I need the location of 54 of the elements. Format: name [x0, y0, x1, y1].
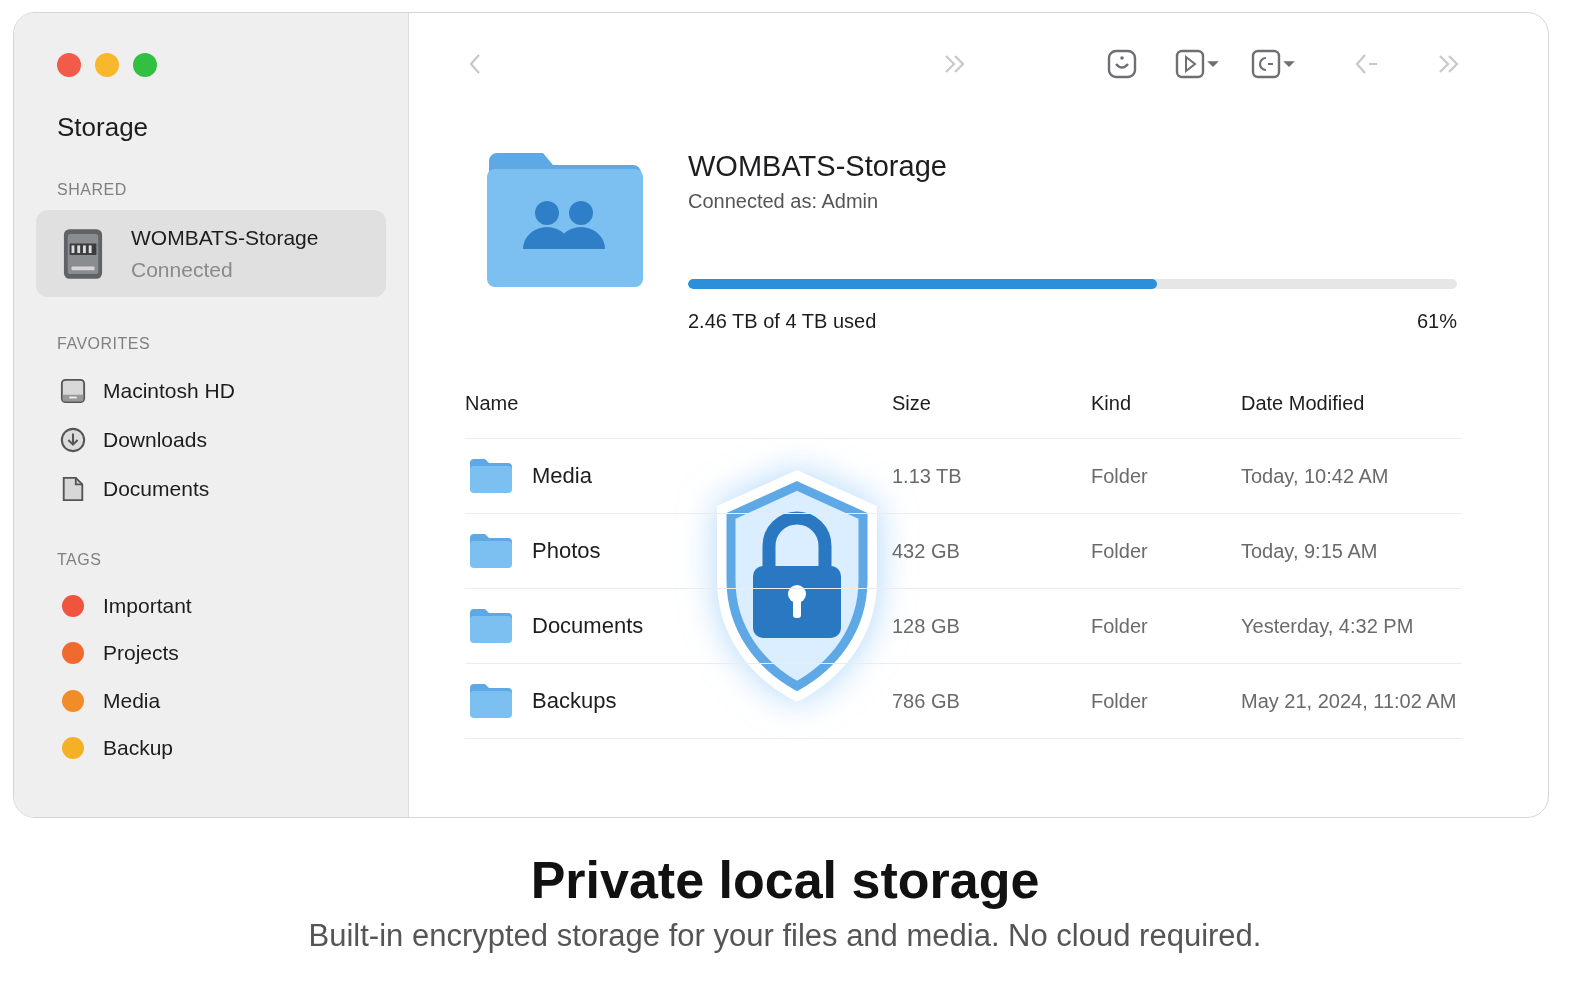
table-cell: Today, 9:15 AM [1241, 539, 1378, 563]
minimize-button[interactable] [95, 53, 119, 77]
zoom-button[interactable] [133, 53, 157, 77]
file-name[interactable]: Photos [532, 538, 601, 564]
file-name[interactable]: Backups [532, 688, 617, 714]
section-heading: FAVORITES [56, 334, 152, 354]
sidebar-title: Storage [56, 111, 150, 143]
column-header[interactable]: Name [465, 369, 892, 439]
connection-status: Connected as: Admin [688, 189, 880, 214]
usage-text: 2.46 TB of 4 TB used [688, 309, 877, 334]
table-cell: Folder [1091, 464, 1148, 488]
table-cell: Yesterday, 4:32 PM [1241, 614, 1414, 638]
table-cell: 786 GB [892, 689, 960, 713]
smiley-icon [1107, 49, 1137, 79]
usage-percent: 61% [1416, 309, 1457, 334]
table-cell: Folder [1091, 539, 1148, 563]
subheadline: Built-in encrypted storage for your files and media. No cloud required. [308, 917, 1262, 955]
table-cell: May 21, 2024, 11:02 AM [1241, 689, 1457, 713]
sidebar-item[interactable]: Documents [36, 464, 386, 513]
folder-icon [469, 533, 513, 569]
volume-name: WOMBATS-Storage [688, 149, 948, 183]
file-name[interactable]: Media [532, 463, 592, 489]
sidebar-item[interactable]: Important [36, 582, 386, 630]
sidebar-item[interactable]: Macintosh HD [36, 366, 386, 415]
download-icon [60, 426, 86, 453]
table-cell: 128 GB [892, 614, 960, 638]
column-header[interactable]: Size [892, 369, 1091, 439]
sidebar-item[interactable]: Downloads [36, 415, 386, 464]
headline: Private local storage [530, 850, 1040, 910]
folder-icon [469, 458, 513, 494]
table-cell: Folder [1091, 689, 1148, 713]
code-menu-button[interactable] [1251, 49, 1295, 79]
table-cell: Today, 10:42 AM [1241, 464, 1389, 488]
table-cell: Folder [1091, 614, 1148, 638]
code-icon [1251, 49, 1295, 79]
sidebar-item[interactable]: Media [36, 677, 386, 725]
sidebar-item[interactable]: Projects [36, 629, 386, 677]
column-header[interactable]: Date Modified [1241, 369, 1462, 439]
sidebar-item[interactable]: Backup [36, 724, 386, 772]
folder-icon [469, 608, 513, 644]
sidebar-item[interactable]: WOMBATS-Storage Connected [36, 210, 386, 297]
document-icon [60, 475, 86, 502]
folder-icon [469, 683, 513, 719]
file-name[interactable]: Documents [532, 613, 644, 639]
play-menu-button[interactable] [1175, 49, 1219, 79]
close-button[interactable] [57, 53, 81, 77]
server-icon [62, 227, 104, 280]
section-heading: TAGS [56, 550, 103, 570]
table-cell: 1.13 TB [892, 464, 962, 488]
section-heading: SHARED [56, 180, 128, 200]
smiley-button[interactable] [1107, 49, 1137, 79]
table-cell: 432 GB [892, 539, 960, 563]
column-header[interactable]: Kind [1091, 369, 1241, 439]
play-icon [1175, 49, 1219, 79]
